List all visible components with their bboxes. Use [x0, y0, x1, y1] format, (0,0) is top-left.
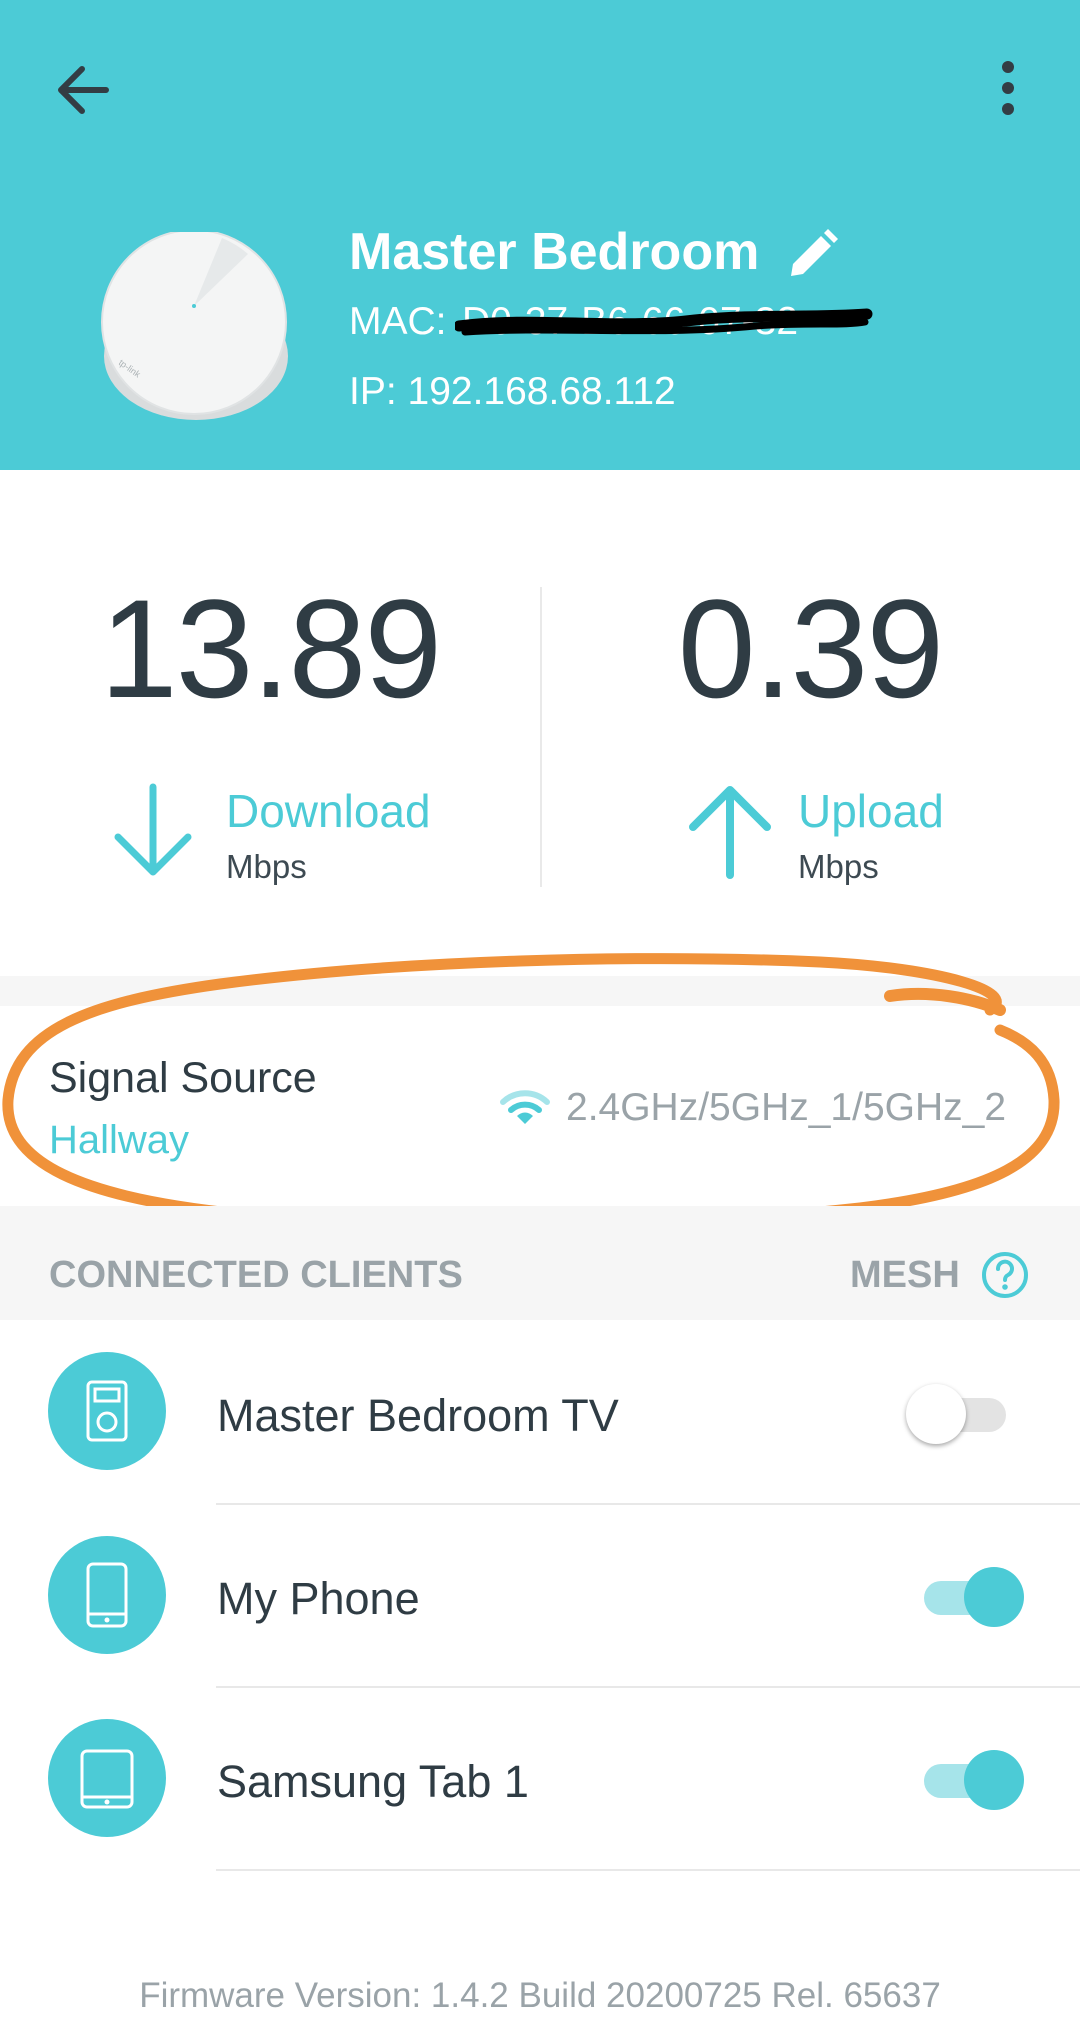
client-toggle[interactable]: [914, 1567, 1024, 1627]
back-arrow-icon: [58, 66, 109, 114]
more-vert-icon: [1002, 61, 1014, 115]
upload-label: Upload: [798, 785, 944, 837]
client-avatar: [48, 1719, 166, 1837]
section-divider: [0, 976, 1080, 1006]
firmware-version: Firmware Version: 1.4.2 Build 20200725 R…: [139, 1976, 941, 2015]
client-name: Samsung Tab 1: [217, 1756, 529, 1807]
ip-address: IP: 192.168.68.112: [349, 370, 676, 413]
upload-arrow-icon: [689, 786, 771, 879]
download-speed-value: 13.89: [99, 570, 442, 727]
back-button[interactable]: [50, 55, 120, 125]
download-unit: Mbps: [226, 848, 307, 885]
device-name: Master Bedroom: [349, 223, 760, 281]
mac-redaction-scribble: [455, 308, 873, 336]
wifi-icon: [500, 1090, 550, 1124]
deco-router-image: tp-link: [98, 229, 294, 428]
mac-label: MAC:: [349, 300, 447, 343]
toggle-knob: [964, 1567, 1024, 1627]
edit-name-button[interactable]: [783, 226, 841, 284]
upload-unit: Mbps: [798, 848, 879, 885]
mesh-label: MESH: [850, 1254, 960, 1296]
connected-clients-title: CONNECTED CLIENTS: [49, 1254, 463, 1296]
client-avatar: [48, 1536, 166, 1654]
phone-icon: [86, 1562, 128, 1628]
speed-divider: [540, 587, 542, 887]
client-name: My Phone: [217, 1573, 420, 1624]
pencil-icon: [791, 229, 838, 276]
tablet-icon: [80, 1749, 134, 1809]
more-options-button[interactable]: [980, 55, 1040, 125]
download-label: Download: [226, 785, 431, 837]
client-toggle[interactable]: [914, 1750, 1024, 1810]
client-toggle[interactable]: [906, 1384, 1016, 1444]
toggle-knob: [964, 1750, 1024, 1810]
toggle-knob: [906, 1384, 966, 1444]
media-player-icon: [86, 1380, 128, 1442]
upload-speed-value: 0.39: [677, 570, 944, 727]
client-avatar: [48, 1352, 166, 1470]
download-arrow-icon: [114, 783, 192, 876]
signal-source-value: Hallway: [49, 1118, 190, 1162]
signal-bands-text: 2.4GHz/5GHz_1/5GHz_2: [566, 1086, 1007, 1129]
signal-source-title: Signal Source: [49, 1054, 317, 1102]
help-icon[interactable]: [981, 1251, 1029, 1299]
client-name: Master Bedroom TV: [217, 1390, 619, 1441]
row-separator: [216, 1869, 1080, 1871]
